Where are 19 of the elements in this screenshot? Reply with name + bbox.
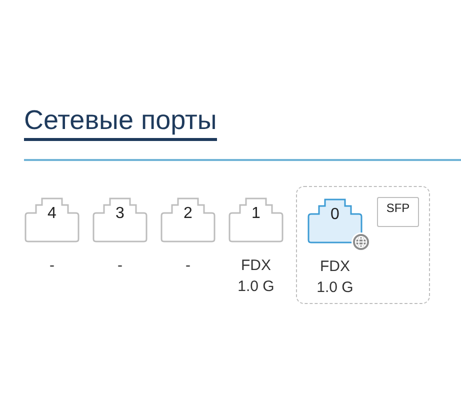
sfp-port[interactable]: SFP	[377, 197, 419, 227]
port-number: 2	[182, 205, 194, 223]
port-status: -	[50, 256, 54, 276]
ethernet-port[interactable]	[160, 197, 216, 243]
port-status: 1.0 G	[316, 278, 354, 298]
port-number: 4	[46, 205, 58, 223]
port-status: -	[186, 256, 190, 276]
port-number: 0	[330, 206, 340, 224]
ethernet-port[interactable]	[24, 197, 80, 243]
port-status: FDX	[320, 257, 350, 277]
section-title: Сетевые порты	[24, 104, 217, 141]
port-status: -	[118, 256, 122, 276]
ethernet-port[interactable]	[92, 197, 148, 243]
port-number: 1	[250, 205, 262, 223]
port-status: FDX	[241, 256, 271, 276]
ethernet-port[interactable]	[307, 198, 363, 244]
port-number: 3	[114, 205, 126, 223]
ethernet-port[interactable]	[228, 197, 284, 243]
port-status: 1.0 G	[238, 277, 274, 297]
